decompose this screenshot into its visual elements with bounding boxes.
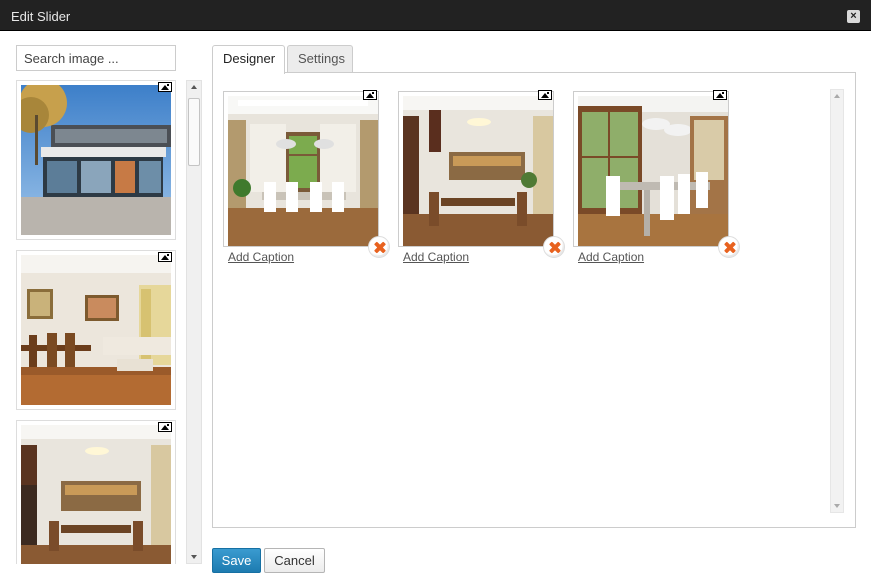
add-caption-link[interactable]: Add Caption — [228, 250, 294, 264]
library-thumbnail — [21, 255, 171, 405]
image-icon — [713, 90, 727, 100]
library-item-living-room[interactable] — [16, 250, 176, 410]
slide-item[interactable] — [223, 90, 390, 258]
image-icon — [158, 82, 172, 92]
slide-item[interactable] — [573, 90, 740, 258]
tab-settings[interactable]: Settings — [287, 45, 353, 73]
remove-slide-icon[interactable] — [543, 236, 565, 258]
image-library — [16, 80, 186, 564]
dialog-titlebar: Edit Slider × — [0, 0, 871, 31]
image-icon — [538, 90, 552, 100]
library-thumbnail — [21, 425, 171, 564]
scrollbar-thumb[interactable] — [188, 98, 200, 166]
save-button[interactable]: Save — [212, 548, 261, 573]
cancel-button[interactable]: Cancel — [264, 548, 325, 573]
close-icon[interactable]: × — [847, 10, 860, 23]
library-item-building[interactable] — [16, 80, 176, 240]
add-caption-link[interactable]: Add Caption — [403, 250, 469, 264]
designer-panel: Add Caption Add Caption Add Caption — [212, 72, 856, 528]
scroll-down-icon[interactable] — [834, 504, 840, 508]
image-icon — [363, 90, 377, 100]
remove-slide-icon[interactable] — [718, 236, 740, 258]
slide-thumbnail — [403, 96, 553, 246]
slide-thumbnail — [228, 96, 378, 246]
slide-item[interactable] — [398, 90, 565, 258]
slide-thumbnail — [578, 96, 728, 246]
remove-slide-icon[interactable] — [368, 236, 390, 258]
library-scrollbar[interactable] — [186, 80, 202, 564]
scroll-up-icon[interactable] — [191, 85, 197, 89]
dialog-body: Designer Settings — [0, 31, 871, 584]
search-input[interactable] — [16, 45, 176, 71]
dialog-title: Edit Slider — [11, 9, 71, 24]
library-item-dining-kitchen[interactable] — [16, 420, 176, 564]
designer-scrollbar[interactable] — [830, 89, 844, 513]
image-icon — [158, 252, 172, 262]
scroll-down-icon[interactable] — [191, 555, 197, 559]
image-icon — [158, 422, 172, 432]
tab-designer[interactable]: Designer — [212, 45, 285, 74]
scroll-up-icon[interactable] — [834, 94, 840, 98]
add-caption-link[interactable]: Add Caption — [578, 250, 644, 264]
library-thumbnail — [21, 85, 171, 235]
